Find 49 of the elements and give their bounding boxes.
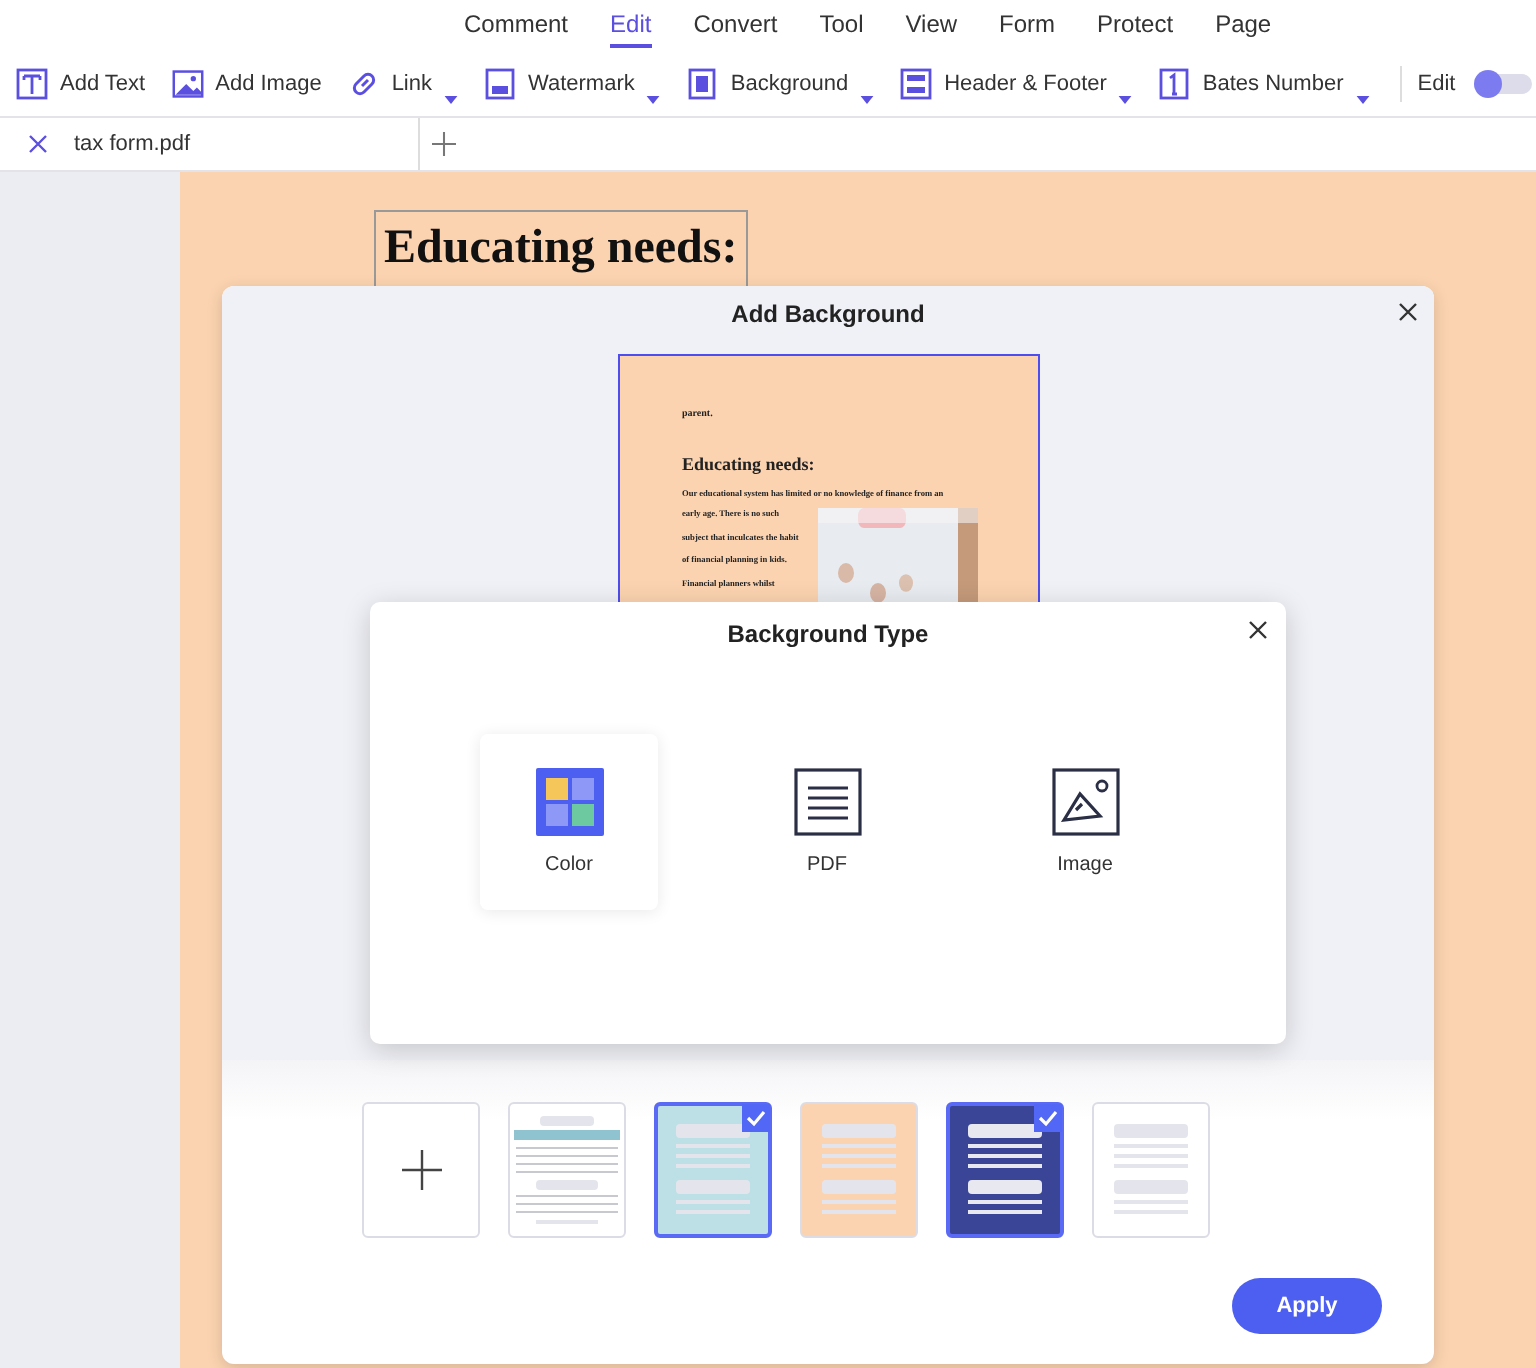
image-icon [1051,768,1119,836]
toolbar-button[interactable]: Add Image [163,58,330,110]
add-tab-icon[interactable] [432,132,456,156]
document-icon [793,768,861,836]
menu-tab[interactable]: Edit [610,4,652,48]
image-icon [171,68,204,100]
background-type-option[interactable]: Color [480,734,658,910]
link-icon [347,68,380,100]
caret-icon [860,96,875,104]
check-icon [1034,1104,1062,1132]
toolbar-button[interactable]: Link [339,58,466,110]
toolbar-button[interactable]: Bates Number [1150,58,1378,110]
document-tab[interactable]: tax form.pdf [66,118,420,170]
menu-tab[interactable]: Comment [464,4,569,48]
header-footer-icon [900,68,933,100]
menu-tab[interactable]: View [905,4,958,48]
toolbar-button[interactable]: Background [678,58,883,110]
text-icon [16,68,48,100]
toolbar-button[interactable]: Add Text [8,58,154,110]
caret-icon [1118,96,1133,104]
background-type-option[interactable]: Image [996,734,1174,910]
menu-tab[interactable]: Convert [693,4,778,48]
color-grid-icon [535,768,603,836]
caret-icon [444,96,458,104]
menu-tab[interactable]: Page [1215,4,1272,48]
background-thumbnail[interactable] [946,1102,1064,1238]
background-icon [686,68,719,100]
edit-toggle[interactable] [1475,74,1532,94]
menu-tab[interactable]: Form [999,4,1056,48]
close-icon[interactable] [1398,302,1418,322]
preview-heading: Educating needs: [682,454,817,474]
close-icon[interactable] [1248,620,1268,640]
edit-label: Edit [1417,72,1456,96]
dialog-title: Background Type [727,620,929,648]
dialog-title: Add Background [731,299,925,327]
toolbar-button[interactable]: Watermark [476,58,669,110]
apply-button[interactable]: Apply [1232,1278,1382,1334]
menu-tab[interactable]: Tool [819,4,864,48]
caret-icon [1355,96,1370,104]
caret-icon [646,96,661,104]
close-icon[interactable] [28,134,48,154]
numbered-page-icon [1158,68,1191,100]
menu-tab[interactable]: Protect [1097,4,1174,48]
background-thumbnail[interactable] [654,1102,772,1238]
toolbar-button[interactable]: Header & Footer [892,58,1141,110]
background-type-option[interactable]: PDF [738,734,916,910]
plus-icon [401,1150,441,1190]
check-icon [742,1104,770,1132]
watermark-icon [484,68,516,100]
